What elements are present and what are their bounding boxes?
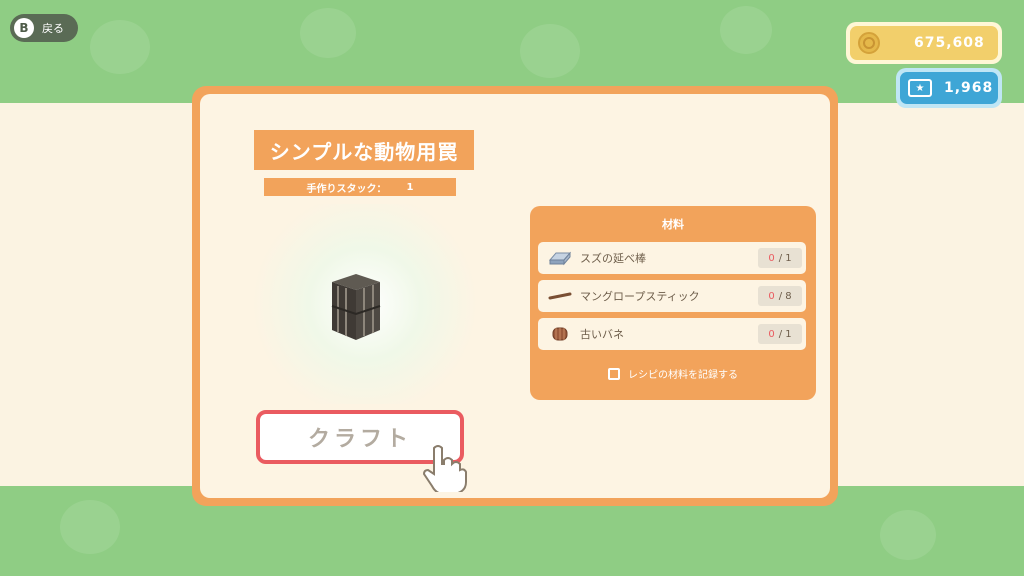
back-button[interactable]: B 戻る [10,14,78,42]
material-row-old-spring: 古いバネ 0 / 1 [538,318,806,350]
background-bubble [60,500,120,554]
b-button-icon: B [14,18,34,38]
material-name: マングロープスティック [580,290,700,303]
materials-panel: 材料 スズの延べ棒 0 / 1 マングロープスティック 0 / 8 古いバネ 0… [530,206,816,400]
stick-icon [548,292,572,300]
stack-label: 手作りスタック： [306,183,387,195]
spring-icon [552,327,568,341]
record-materials-option[interactable]: レシピの材料を記録する [530,366,816,381]
pointing-hand-cursor-icon [422,445,467,492]
material-count: 0 / 8 [758,286,802,306]
bell-coin-icon [858,32,880,54]
material-name: 古いバネ [580,328,624,341]
material-row-tin-bar: スズの延べ棒 0 / 1 [538,242,806,274]
materials-title: 材料 [662,218,684,231]
record-label: レシピの材料を記録する [628,370,738,381]
background-bubble [880,510,936,560]
tin-bar-icon [548,251,572,266]
crafting-panel: シンプルな動物用罠 手作りスタック： 1 クラフト 材料 スズの延べ棒 0 / … [192,86,838,506]
background-bubble [520,24,580,78]
miles-counter: ★ 1,968 [896,68,1002,108]
material-count: 0 / 1 [758,248,802,268]
item-name: シンプルな動物用罠 [254,130,474,170]
nook-miles-ticket-icon: ★ [908,79,932,97]
background-bubble [90,20,150,74]
craft-stack-label: 手作りスタック： 1 [264,178,456,196]
animal-trap-crate-icon [331,274,381,340]
bells-amount: 675,608 [914,35,985,51]
background-bubble [300,8,356,58]
material-row-mangrove-stick: マングロープスティック 0 / 8 [538,280,806,312]
bells-counter: 675,608 [846,22,1002,64]
stack-value: 1 [406,181,414,193]
material-name: スズの延べ棒 [580,252,646,265]
miles-amount: 1,968 [944,80,994,96]
back-label: 戻る [42,22,64,35]
background-bubble [720,6,772,54]
record-checkbox[interactable] [608,367,620,380]
material-count: 0 / 1 [758,324,802,344]
